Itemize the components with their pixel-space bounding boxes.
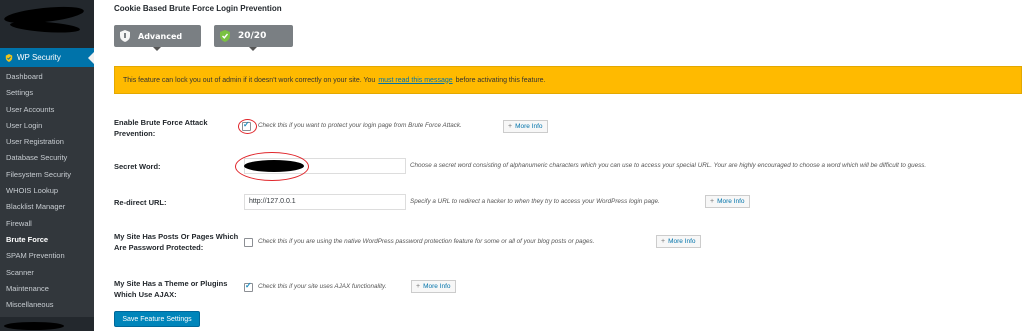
sidebar-item-database-security[interactable]: Database Security <box>0 150 94 166</box>
sidebar-item-maintenance[interactable]: Maintenance <box>0 281 94 297</box>
sidebar-item-scanner[interactable]: Scanner <box>0 265 94 281</box>
sidebar-item-filesystem-security[interactable]: Filesystem Security <box>0 167 94 183</box>
badge-tail <box>153 47 161 51</box>
password-protected-checkbox[interactable] <box>244 238 253 247</box>
sidebar-item-user-login[interactable]: User Login <box>0 118 94 134</box>
sidebar-item-settings[interactable]: Settings <box>0 85 94 101</box>
sidebar-item-dashboard[interactable]: Dashboard <box>0 69 94 85</box>
redacted-scribble <box>9 19 81 35</box>
warning-text: This feature can lock you out of admin i… <box>123 76 376 84</box>
more-info-label: More Info <box>515 123 543 130</box>
sidebar-item-spam-prevention[interactable]: SPAM Prevention <box>0 248 94 264</box>
checkmark-icon: ✓ <box>243 120 250 129</box>
shield-icon <box>5 53 13 62</box>
warning-notice: This feature can lock you out of admin i… <box>114 66 1022 94</box>
badge-tail <box>249 47 257 51</box>
admin-sidebar: WP Security Dashboard Settings User Acco… <box>0 0 94 331</box>
secret-word-description: Choose a secret word consisting of alpha… <box>410 162 927 169</box>
enable-brute-force-label: Enable Brute Force Attack Prevention: <box>114 118 208 138</box>
security-level-label: Advanced <box>138 31 183 41</box>
more-info-button[interactable]: + More Info <box>705 195 750 208</box>
plus-icon: + <box>661 238 666 245</box>
sidebar-plugin-label: WP Security <box>17 53 61 62</box>
more-info-button[interactable]: + More Info <box>411 280 456 293</box>
warning-text-after: before activating this feature. <box>455 76 546 84</box>
ajax-description: Check this if your site uses AJAX functi… <box>258 283 387 290</box>
security-points-badge: 20/20 <box>214 25 293 47</box>
plus-icon: + <box>710 198 715 205</box>
more-info-label: More Info <box>668 238 696 245</box>
plus-icon: + <box>416 283 421 290</box>
shield-icon <box>120 30 130 42</box>
save-feature-settings-button[interactable]: Save Feature Settings <box>114 311 200 327</box>
redirect-url-label: Re-direct URL: <box>114 198 167 207</box>
sidebar-item-user-registration[interactable]: User Registration <box>0 134 94 150</box>
shield-check-icon <box>220 30 230 42</box>
section-title: Cookie Based Brute Force Login Preventio… <box>114 4 282 13</box>
main-content: Cookie Based Brute Force Login Preventio… <box>94 0 1024 331</box>
sidebar-item-brute-force[interactable]: Brute Force <box>0 232 94 248</box>
more-info-button[interactable]: + More Info <box>503 120 548 133</box>
sidebar-item-miscellaneous[interactable]: Miscellaneous <box>0 297 94 313</box>
sidebar-submenu: Dashboard Settings User Accounts User Lo… <box>0 67 94 318</box>
ajax-label: My Site Has a Theme or Plugins Which Use… <box>114 279 228 299</box>
ajax-checkbox[interactable]: ✓ <box>244 281 253 292</box>
warning-link[interactable]: must read this message <box>378 77 452 84</box>
more-info-label: More Info <box>717 198 745 205</box>
plus-icon: + <box>508 123 513 130</box>
password-protected-description: Check this if you are using the native W… <box>258 238 595 245</box>
annotation-circle <box>235 152 309 181</box>
redirect-url-input[interactable]: http://127.0.0.1 <box>244 194 406 210</box>
redirect-url-description: Specify a URL to redirect a hacker to wh… <box>410 198 660 205</box>
redacted-scribble <box>4 322 64 330</box>
enable-brute-force-description: Check this if you want to protect your l… <box>258 122 462 129</box>
sidebar-item-wp-security[interactable]: WP Security <box>0 48 94 67</box>
sidebar-item-blacklist-manager[interactable]: Blacklist Manager <box>0 199 94 215</box>
more-info-button[interactable]: + More Info <box>656 235 701 248</box>
security-level-badge: Advanced <box>114 25 201 47</box>
checkmark-icon: ✓ <box>245 281 252 290</box>
enable-brute-force-checkbox[interactable]: ✓ <box>242 120 251 131</box>
sidebar-item-firewall[interactable]: Firewall <box>0 216 94 232</box>
sidebar-item-whois-lookup[interactable]: WHOIS Lookup <box>0 183 94 199</box>
security-points-label: 20/20 <box>238 31 267 41</box>
password-protected-label: My Site Has Posts Or Pages Which Are Pas… <box>114 232 239 252</box>
secret-word-label: Secret Word: <box>114 162 161 171</box>
sidebar-item-user-accounts[interactable]: User Accounts <box>0 102 94 118</box>
more-info-label: More Info <box>423 283 451 290</box>
